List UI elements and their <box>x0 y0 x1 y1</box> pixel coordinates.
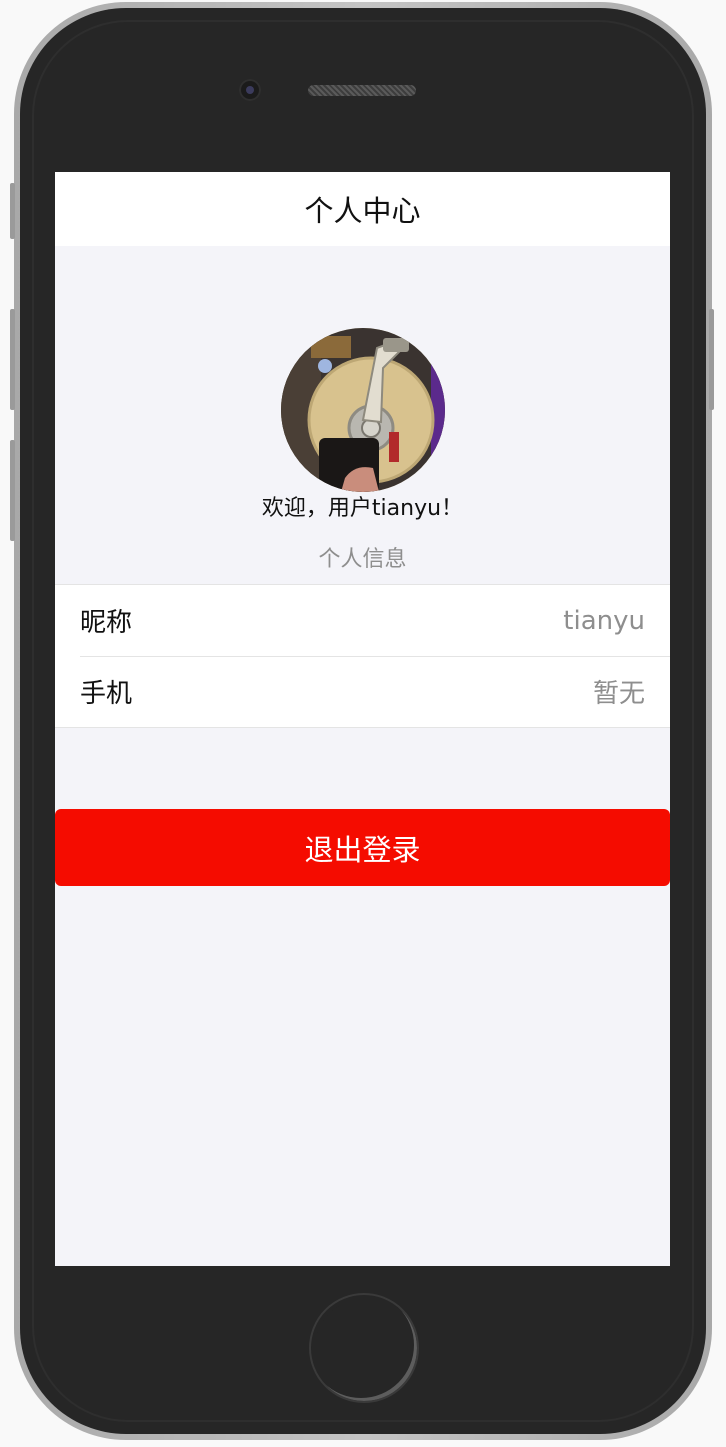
list-item-phone[interactable]: 手机 暂无 <box>55 656 670 727</box>
avatar[interactable] <box>281 328 445 492</box>
profile-header: 欢迎，用户tianyu！ 个人信息 <box>55 246 670 584</box>
info-list: 昵称 tianyu 手机 暂无 <box>55 584 670 728</box>
page-title: 个人中心 <box>304 194 421 228</box>
navigation-bar: 个人中心 <box>55 172 670 246</box>
nickname-value: tianyu <box>563 605 645 636</box>
phone-value: 暂无 <box>592 679 645 709</box>
volume-down-button <box>10 440 15 541</box>
nickname-label: 昵称 <box>80 608 133 638</box>
phone-label: 手机 <box>80 679 133 709</box>
volume-up-button <box>10 309 15 410</box>
app-screen: 个人中心 欢迎，用户tianyu！ 个人信息 昵称 tianyu 手机 暂无 退… <box>55 172 670 1266</box>
welcome-text: 欢迎，用户tianyu！ <box>261 496 464 521</box>
home-button[interactable] <box>309 1293 419 1403</box>
logout-button[interactable]: 退出登录 <box>55 809 670 886</box>
section-label-personal-info: 个人信息 <box>318 547 407 572</box>
front-camera-icon <box>239 79 261 101</box>
power-button <box>709 309 714 410</box>
hard-drive-photo-icon <box>281 328 445 492</box>
list-item-nickname[interactable]: 昵称 tianyu <box>55 585 670 656</box>
speaker-grille <box>308 85 416 96</box>
mute-switch <box>10 183 15 239</box>
